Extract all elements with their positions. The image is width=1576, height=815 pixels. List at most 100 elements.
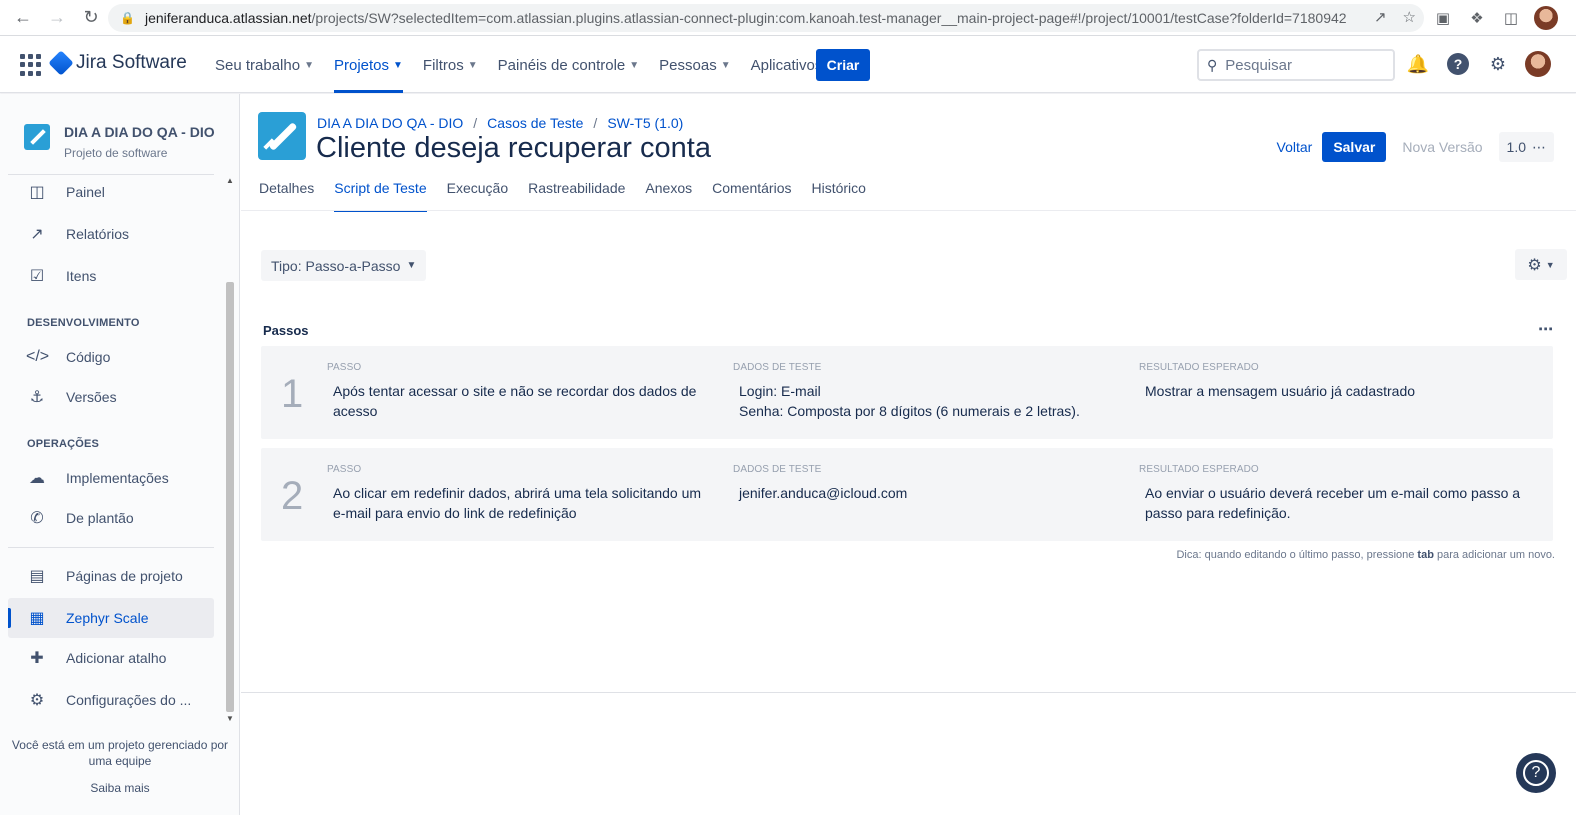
browser-toolbar: ← → ↻ 🔒 jeniferanduca.atlassian.net /pro… xyxy=(0,0,1576,36)
forward-arrow-icon[interactable]: → xyxy=(40,3,74,33)
save-button[interactable]: Salvar xyxy=(1322,132,1387,162)
extension-m-icon[interactable]: ▣ xyxy=(1432,7,1454,29)
chevron-down-icon: ▼ xyxy=(406,260,417,271)
tab-rastreabilidade[interactable]: Rastreabilidade xyxy=(528,180,625,212)
content-divider xyxy=(241,692,1576,693)
lock-icon: 🔒 xyxy=(120,11,135,25)
chevron-down-icon: ▼ xyxy=(393,59,403,71)
search-field[interactable]: ⚲ xyxy=(1197,49,1395,81)
sidebar-item-zephyr-scale[interactable]: ▦ Zephyr Scale xyxy=(8,598,214,638)
step-row[interactable]: 1 PASSO Após tentar acessar o site e não… xyxy=(261,346,1553,439)
learn-more-link[interactable]: Saiba mais xyxy=(0,781,240,795)
app-switcher-icon[interactable] xyxy=(20,54,42,76)
page-title: Cliente deseja recuperar conta xyxy=(316,132,711,164)
address-bar[interactable]: 🔒 jeniferanduca.atlassian.net /projects/… xyxy=(108,4,1424,32)
user-avatar[interactable] xyxy=(1525,51,1551,77)
test-case-main: DIA A DIA DO QA - DIO / Casos de Teste /… xyxy=(241,94,1576,815)
sidebar-item-versoes[interactable]: ⚓ Versões xyxy=(8,377,214,417)
browser-profile-avatar[interactable] xyxy=(1534,6,1558,30)
script-settings-button[interactable]: ⚙ ▼ xyxy=(1515,249,1567,280)
create-button[interactable]: Criar xyxy=(816,49,870,81)
help-floating-button[interactable]: ? xyxy=(1516,753,1556,793)
question-mark-icon: ? xyxy=(1523,760,1549,786)
chevron-down-icon: ▼ xyxy=(629,59,640,71)
sidebar-item-paginas-projeto[interactable]: ▤ Páginas de projeto xyxy=(8,556,214,596)
jira-logo[interactable]: Jira Software xyxy=(48,50,187,76)
section-operacoes: OPERAÇÕES xyxy=(27,438,100,450)
step-test-data-cell[interactable]: DADOS DE TESTE jenifer.anduca@icloud.com xyxy=(733,464,1133,503)
ship-icon: ⚓ xyxy=(29,389,45,406)
test-case-tabs: Detalhes Script de Teste Execução Rastre… xyxy=(259,180,866,212)
help-icon[interactable]: ? xyxy=(1445,51,1471,77)
notifications-bell-icon[interactable]: 🔔 xyxy=(1405,51,1431,77)
menu-pessoas[interactable]: Pessoas ▼ xyxy=(659,37,730,93)
sidebar-divider xyxy=(8,547,214,548)
version-menu-button[interactable]: 1.0 ⋯ xyxy=(1498,132,1554,162)
tab-anexos[interactable]: Anexos xyxy=(645,180,692,212)
share-icon[interactable]: ↗ xyxy=(1374,8,1387,26)
team-managed-note: Você está em um projeto gerenciado por u… xyxy=(11,738,229,768)
sidebar-item-itens[interactable]: ☑ Itens xyxy=(8,256,214,296)
sidebar-item-adicionar-atalho[interactable]: ✚ Adicionar atalho xyxy=(8,638,214,678)
search-input[interactable] xyxy=(1225,56,1376,74)
sidebar-item-configuracoes[interactable]: ⚙ Configurações do ... xyxy=(8,680,214,720)
scroll-up-arrow-icon[interactable]: ▲ xyxy=(226,176,234,185)
step-description-cell[interactable]: PASSO Ao clicar em redefinir dados, abri… xyxy=(327,464,717,523)
header-actions: Voltar Salvar Nova Versão 1.0 ⋯ xyxy=(1273,132,1554,162)
breadcrumb-test-case-key[interactable]: SW-T5 (1.0) xyxy=(607,115,683,131)
new-version-button[interactable]: Nova Versão xyxy=(1392,139,1492,155)
section-desenvolvimento: DESENVOLVIMENTO xyxy=(27,317,140,329)
step-expected-result-cell[interactable]: RESULTADO ESPERADO Mostrar a mensagem us… xyxy=(1139,362,1529,401)
url-path: /projects/SW?selectedItem=com.atlassian.… xyxy=(311,10,1347,26)
brand-name: Jira Software xyxy=(76,52,187,73)
settings-gear-icon[interactable]: ⚙ xyxy=(1485,51,1511,77)
sidebar-item-relatorios[interactable]: ↗ Relatórios xyxy=(8,214,214,254)
tab-historico[interactable]: Histórico xyxy=(811,180,865,212)
tabs-divider xyxy=(241,210,1576,211)
step-expected-result-cell[interactable]: RESULTADO ESPERADO Ao enviar o usuário d… xyxy=(1139,464,1529,523)
project-name: DIA A DIA DO QA - DIO xyxy=(64,124,215,140)
bookmark-star-icon[interactable]: ☆ xyxy=(1403,8,1416,26)
sidebar-item-codigo[interactable]: </> Código xyxy=(8,337,214,377)
steps-more-icon[interactable]: ⋯ xyxy=(1538,320,1554,338)
menu-projetos[interactable]: Projetos ▼ xyxy=(333,37,403,93)
project-rocket-icon xyxy=(258,112,306,160)
scroll-down-arrow-icon[interactable]: ▼ xyxy=(226,714,234,723)
sidebar-item-de-plantao[interactable]: ✆ De plantão xyxy=(8,498,214,538)
tab-script-de-teste[interactable]: Script de Teste xyxy=(334,180,427,212)
step-test-data-cell[interactable]: DADOS DE TESTE Login: E-mail Senha: Comp… xyxy=(733,362,1133,421)
reload-icon[interactable]: ↻ xyxy=(74,3,108,33)
cloud-upload-icon: ☁ xyxy=(29,470,45,487)
breadcrumb-test-cases[interactable]: Casos de Teste xyxy=(487,115,583,131)
page-icon: ▤ xyxy=(29,568,45,585)
project-header[interactable]: DIA A DIA DO QA - DIO Projeto de softwar… xyxy=(24,124,215,160)
phone-icon: ✆ xyxy=(30,510,44,527)
step-description-cell[interactable]: PASSO Após tentar acessar o site e não s… xyxy=(327,362,717,421)
back-button[interactable]: Voltar xyxy=(1273,139,1317,155)
menu-paineis[interactable]: Painéis de controle ▼ xyxy=(498,37,640,93)
tab-comentarios[interactable]: Comentários xyxy=(712,180,791,212)
sidebar-item-implementacoes[interactable]: ☁ Implementações xyxy=(8,458,214,498)
tab-execucao[interactable]: Execução xyxy=(447,180,508,212)
menu-seu-trabalho[interactable]: Seu trabalho ▼ xyxy=(215,37,314,93)
back-arrow-icon[interactable]: ← xyxy=(6,3,40,33)
jira-top-nav: Jira Software Seu trabalho ▼ Projetos ▼ Fi… xyxy=(0,37,1576,93)
side-panel-icon[interactable]: ◫ xyxy=(1500,7,1522,29)
chevron-down-icon: ▼ xyxy=(1545,259,1555,270)
search-icon: ⚲ xyxy=(1207,56,1218,73)
project-avatar-icon xyxy=(24,124,50,150)
jira-logo-icon xyxy=(48,50,74,76)
sidebar-item-painel[interactable]: ◫ Painel xyxy=(8,172,214,212)
step-number: 2 xyxy=(281,474,304,518)
breadcrumb: DIA A DIA DO QA - DIO / Casos de Teste /… xyxy=(317,115,684,131)
menu-filtros[interactable]: Filtros ▼ xyxy=(423,37,478,93)
script-type-select[interactable]: Tipo: Passo-a-Passo ▼ xyxy=(261,250,427,281)
extensions-puzzle-icon[interactable]: ❖ xyxy=(1466,7,1488,29)
sidebar-scrollbar[interactable]: ▲ ▼ xyxy=(224,174,236,724)
breadcrumb-project[interactable]: DIA A DIA DO QA - DIO xyxy=(317,115,463,131)
scroll-thumb[interactable] xyxy=(226,282,234,712)
step-row[interactable]: 2 PASSO Ao clicar em redefinir dados, ab… xyxy=(261,448,1553,541)
chevron-down-icon: ▼ xyxy=(467,59,478,71)
tab-detalhes[interactable]: Detalhes xyxy=(259,180,314,212)
url-host: jeniferanduca.atlassian.net xyxy=(144,10,312,26)
